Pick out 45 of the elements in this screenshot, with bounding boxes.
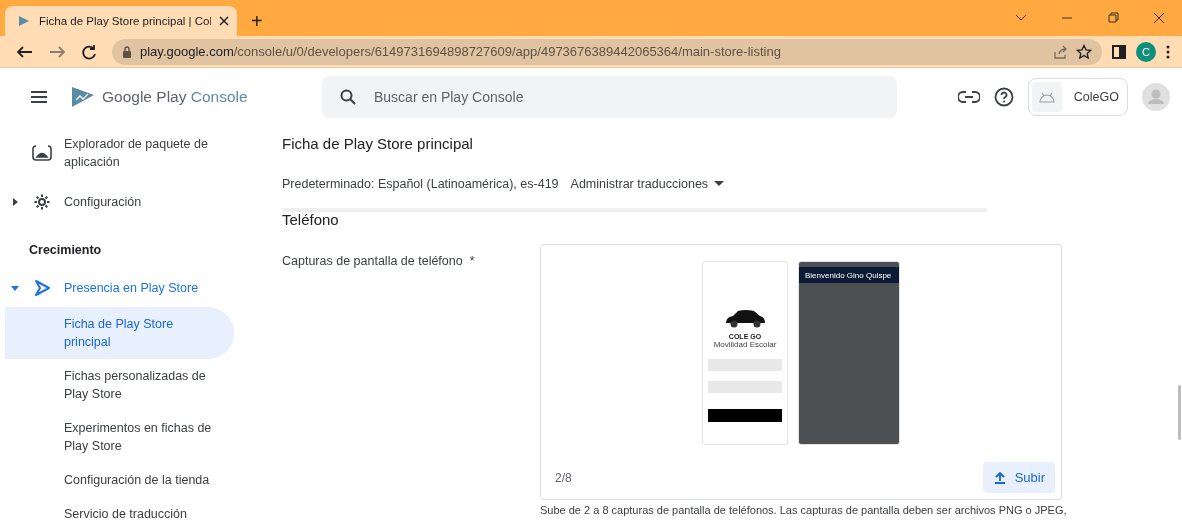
search-input[interactable]: Buscar en Play Console	[372, 87, 879, 106]
sidebar-item[interactable]: Presencia en Play Store	[64, 279, 236, 297]
new-tab-button[interactable]: +	[251, 11, 263, 31]
android-icon	[1037, 90, 1056, 103]
help-text: Sube de 2 a 8 capturas de pantalla de teléfonos. Las capturas de pantalla deben ser archivos PNG o JPEG,	[540, 504, 1068, 516]
share-icon[interactable]	[1052, 43, 1068, 60]
sidebar-subitem[interactable]: Ficha de Play Store principal	[5, 307, 234, 359]
sidebar-item[interactable]: Explorador de paquete de aplicación	[64, 135, 236, 171]
lock-icon	[122, 45, 132, 58]
sidebar-subitem[interactable]: Fichas personalizadas de Play Store	[5, 359, 234, 411]
caret-icon[interactable]	[10, 197, 20, 207]
profile-avatar[interactable]: C	[1136, 41, 1156, 62]
logo-text: Google Play Console	[102, 87, 248, 106]
play-outline-icon	[33, 279, 51, 297]
caret-down-icon	[714, 181, 725, 187]
section-title: Teléfono	[282, 211, 340, 228]
sidebar-subitem[interactable]: Servicio de traducción	[5, 497, 234, 526]
play-console-logo-icon	[70, 84, 96, 109]
android-box-icon	[32, 145, 52, 161]
search-field[interactable]: Buscar en Play Console	[322, 75, 897, 118]
link-icon[interactable]	[957, 89, 980, 104]
app-selector[interactable]: ColeGO	[1027, 77, 1128, 116]
sidebar-subitem[interactable]: Experimentos en fichas de Play Store	[5, 411, 234, 463]
help-icon[interactable]	[993, 86, 1014, 107]
play-triangle-icon	[17, 14, 31, 28]
manage-translations-dropdown[interactable]: Administrar traducciones	[570, 177, 725, 191]
screenshot-counter: 2/8	[555, 470, 572, 485]
screenshot-app-bar: Bienvenido Gino Quispe	[799, 267, 899, 283]
section-heading: Crecimiento	[28, 243, 103, 257]
sidebar-subitem[interactable]: Configuración de la tienda	[5, 463, 234, 497]
gear-icon	[33, 193, 51, 211]
browser-tab[interactable]: Ficha de Play Store principal | Col	[5, 6, 237, 36]
field-label: Capturas de pantalla de teléfono *	[282, 253, 476, 270]
default-language: Predeterminado: Español (Latinoamérica), es-419	[282, 177, 559, 191]
star-icon[interactable]	[1076, 43, 1092, 60]
address-bar[interactable]: play.google.com/console/u/0/developers/6149731694898727609/app/4973676389442065364/main-store-listing	[112, 38, 1102, 65]
menu-icon[interactable]	[30, 89, 48, 104]
screenshot-app-subtitle: Movilidad Escolar	[712, 340, 778, 349]
search-icon	[340, 88, 356, 105]
upload-button[interactable]: Subir	[982, 462, 1055, 493]
upload-icon	[992, 470, 1007, 485]
page-title: Ficha de Play Store principal	[282, 135, 474, 154]
caret-icon[interactable]	[10, 283, 20, 293]
sidebar-item[interactable]: Configuración	[64, 193, 236, 211]
close-icon[interactable]	[219, 16, 229, 26]
